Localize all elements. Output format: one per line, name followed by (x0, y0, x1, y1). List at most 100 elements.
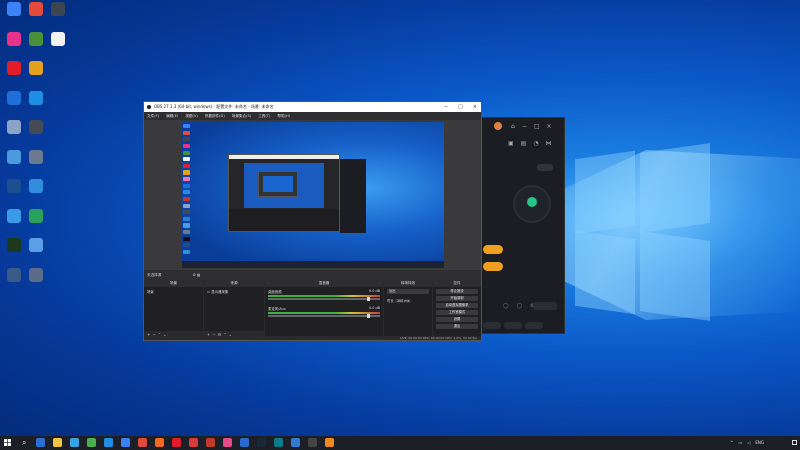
maximize-icon[interactable]: □ (458, 102, 463, 112)
obs-menu-item[interactable]: 视图(V) (185, 112, 197, 120)
desktop-shortcut[interactable] (22, 208, 50, 224)
taskbar-app-icon[interactable] (87, 438, 96, 447)
desktop-shortcut[interactable] (22, 149, 50, 165)
desktop-shortcut[interactable] (22, 179, 50, 194)
search-icon[interactable]: ⌕ (22, 438, 26, 448)
taskbar-app-icon[interactable] (155, 438, 164, 447)
preview-app-icon (183, 236, 190, 241)
taskbar-app-icon[interactable] (36, 438, 45, 447)
bell-icon[interactable]: ◔ (533, 140, 538, 147)
taskbar-app-icon[interactable] (138, 438, 147, 447)
obs-docks: 场景 场景 +−⌃⌄ 来源 ▭ 显示器采集 +−⚙⌃⌄ 混音器 桌面音频 0.0… (144, 280, 481, 338)
desktop-shortcut[interactable] (22, 267, 50, 283)
maximize-icon[interactable]: □ (534, 123, 540, 130)
taskbar-app-icon[interactable] (121, 438, 130, 447)
minimize-icon[interactable]: − (522, 123, 527, 130)
bgapp-action-button[interactable] (533, 302, 557, 310)
obs-control-button[interactable]: 停止推流 (436, 288, 478, 294)
obs-control-button[interactable]: 退出 (436, 323, 478, 329)
bgapp-orange-tag[interactable] (483, 245, 503, 254)
obs-menu-item[interactable]: 编辑(E) (166, 112, 178, 120)
obs-window[interactable]: OBS 27.1.3 (64-bit, windows) - 配置文件: 未命名… (143, 101, 482, 341)
filter-icon[interactable]: ▦ (197, 273, 200, 277)
taskbar-app-icon[interactable] (206, 438, 215, 447)
obs-control-button[interactable]: 设置 (436, 316, 478, 322)
close-icon[interactable]: × (547, 123, 552, 130)
source-item[interactable]: ▭ 显示器采集 (204, 287, 264, 296)
app-icon (51, 2, 65, 16)
obs-control-button[interactable]: 开始录制 (436, 295, 478, 301)
obs-menu-item[interactable]: 文件(F) (147, 112, 159, 120)
minimize-icon[interactable]: − (444, 102, 448, 112)
preview-nested-obs (228, 154, 340, 232)
obs-menu-item[interactable]: 工具(T) (258, 112, 270, 120)
taskbar-app-icon[interactable] (70, 438, 79, 447)
preview-icon-column (183, 124, 195, 254)
desktop-shortcut[interactable] (22, 61, 50, 76)
duration-input[interactable]: 300 ms (394, 298, 412, 303)
taskbar-app-icon[interactable] (257, 438, 266, 447)
obs-preview[interactable] (144, 120, 481, 270)
mixer-volume-slider[interactable] (268, 314, 380, 318)
obs-control-button[interactable]: 启动虚拟摄像机 (436, 302, 478, 308)
taskbar-app-icon[interactable] (104, 438, 113, 447)
bgapp-footer-button[interactable] (504, 322, 522, 329)
obs-menu-item[interactable]: 场景集合(S) (232, 112, 251, 120)
avatar[interactable] (494, 122, 502, 130)
preview-app-icon (183, 137, 190, 142)
preview-app-icon (183, 170, 190, 175)
desktop-shortcut[interactable] (44, 31, 72, 47)
desktop-shortcut[interactable] (44, 2, 72, 17)
preview-app-icon (183, 150, 190, 155)
desktop-shortcut[interactable] (22, 238, 50, 253)
desktop-shortcut[interactable] (22, 120, 50, 135)
app-icon (29, 2, 43, 16)
preview-app-icon (183, 177, 190, 182)
windows-start-icon[interactable] (4, 439, 11, 446)
shield-icon[interactable]: ⌂ (511, 123, 515, 130)
sources-dock-title: 来源 (204, 280, 264, 287)
network-icon[interactable]: ▭ (739, 439, 743, 447)
app-icon (7, 267, 21, 282)
obs-control-button[interactable]: 工作室模式 (436, 309, 478, 315)
obs-menu-item[interactable]: 帮助(H) (277, 112, 290, 120)
mixer-channel-name: 麦克风/Aux (268, 307, 286, 311)
gear-icon[interactable]: ⚙ (193, 273, 196, 277)
scene-item[interactable]: 场景 (144, 287, 203, 296)
share-icon[interactable]: ⋈ (546, 140, 552, 147)
circle-icon[interactable]: ◯ (517, 303, 523, 309)
taskbar-app-icon[interactable] (291, 438, 300, 447)
bgapp-orange-tag[interactable] (483, 262, 503, 271)
transition-select[interactable]: 淡出 (387, 288, 429, 294)
taskbar-app-icon[interactable] (325, 438, 334, 447)
background-app-window[interactable]: ⌂ − □ × ▣ ▤ ◔ ⋈ ◯ ◯ ⚙ (480, 117, 565, 334)
preview-app-icon (183, 249, 190, 254)
volume-icon[interactable]: ◁ (747, 439, 750, 447)
wallet-icon[interactable]: ▤ (521, 140, 527, 147)
taskbar-app-icon[interactable] (172, 438, 181, 447)
close-icon[interactable]: × (473, 102, 477, 112)
obs-title-bar[interactable]: OBS 27.1.3 (64-bit, windows) - 配置文件: 未命名… (144, 102, 481, 112)
taskbar-app-icon[interactable] (274, 438, 283, 447)
preview-nested-app (340, 159, 366, 233)
bgapp-footer-button[interactable] (483, 322, 501, 329)
mixer-volume-slider[interactable] (268, 297, 380, 301)
app-icon (7, 149, 21, 164)
taskbar-app-icon[interactable] (189, 438, 198, 447)
app-icon (29, 120, 43, 134)
chevron-up-icon[interactable]: ^ (730, 439, 733, 447)
taskbar-app-icon[interactable] (53, 438, 62, 447)
taskbar-app-icon[interactable] (223, 438, 232, 447)
desktop-shortcut[interactable] (22, 90, 50, 106)
circle-icon[interactable]: ◯ (503, 303, 509, 309)
bgapp-footer-button[interactable] (525, 322, 543, 329)
controls-button-list: 停止推流 开始录制 启动虚拟摄像机 工作室模式 设置 退出 (433, 288, 481, 329)
obs-menu-item[interactable]: 停靠部件(D) (205, 112, 225, 120)
notification-icon[interactable] (792, 440, 797, 445)
taskbar-pinned-apps (36, 438, 334, 447)
taskbar-app-icon[interactable] (308, 438, 317, 447)
bgapp-badge-button[interactable] (537, 164, 553, 171)
gift-icon[interactable]: ▣ (508, 140, 514, 147)
language-indicator[interactable]: ENG (755, 439, 764, 447)
taskbar-app-icon[interactable] (240, 438, 249, 447)
